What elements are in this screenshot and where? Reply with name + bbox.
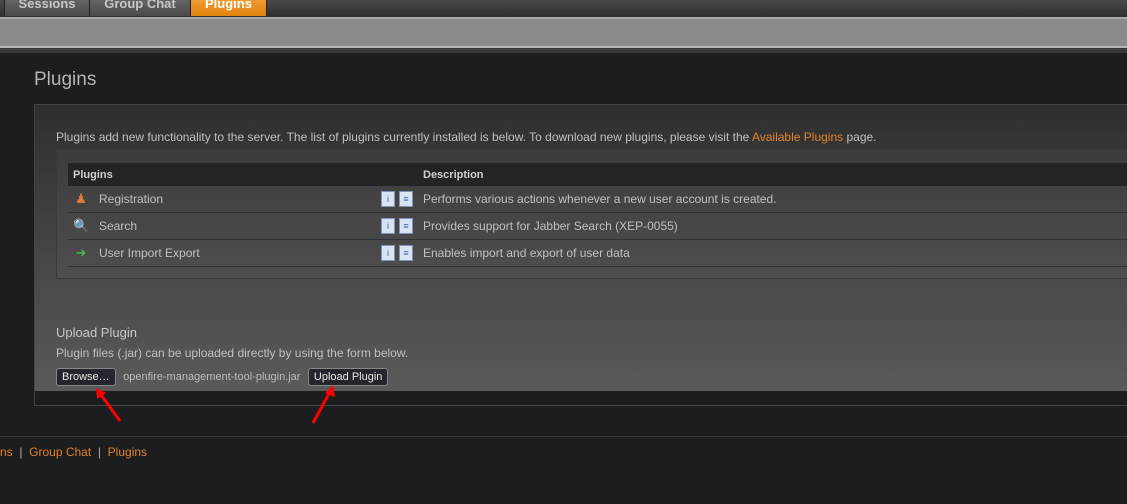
magnifier-icon: 🔍 — [73, 218, 90, 233]
table-row: 🔍 Search i ≡ Provides support for Jabber S… — [68, 212, 1127, 240]
intro-text: Plugins add new functionality to the ser… — [56, 130, 877, 144]
user-add-icon: ♟ — [75, 191, 87, 206]
footer-link-sessions[interactable]: ns — [0, 445, 13, 459]
available-plugins-link[interactable]: Available Plugins — [752, 130, 843, 144]
annotation-arrow — [96, 388, 122, 422]
plugins-table-container: Plugins Description ♟ Registration i ≡ Per… — [56, 149, 1127, 279]
readme-icon[interactable]: i — [381, 191, 395, 207]
page-title: Plugins — [34, 69, 97, 90]
divider — [0, 48, 1127, 53]
plugin-description: Enables import and export of user data — [418, 239, 1127, 267]
upload-plugin-section: Upload Plugin Plugin files (.jar) can be… — [56, 325, 408, 386]
sub-navigation-bar — [0, 17, 1127, 48]
column-header-description: Description — [418, 163, 1127, 186]
upload-title: Upload Plugin — [56, 325, 137, 340]
changelog-icon[interactable]: ≡ — [399, 218, 413, 234]
changelog-icon[interactable]: ≡ — [399, 191, 413, 207]
table-row: ♟ Registration i ≡ Performs various action… — [68, 186, 1127, 213]
footer-link-group-chat[interactable]: Group Chat — [29, 445, 91, 459]
plugin-name: User Import Export — [99, 246, 200, 260]
plugin-name: Registration — [99, 192, 164, 206]
user-export-icon: ➜ — [75, 245, 87, 260]
browse-button[interactable]: Browse… — [56, 368, 116, 386]
tab-plugins[interactable]: Plugins — [190, 0, 267, 16]
upload-description: Plugin files (.jar) can be uploaded dire… — [56, 346, 409, 360]
plugins-panel: Plugins add new functionality to the ser… — [34, 104, 1127, 406]
tab-sessions[interactable]: Sessions — [4, 0, 90, 16]
footer-divider — [0, 436, 1127, 437]
selected-file-name: openfire-management-tool-plugin.jar — [123, 371, 301, 383]
annotation-arrow — [311, 385, 335, 424]
footer-link-plugins[interactable]: Plugins — [108, 445, 147, 459]
table-row: ➜ User Import Export i ≡ Enables import an… — [68, 239, 1127, 267]
changelog-icon[interactable]: ≡ — [399, 245, 413, 261]
readme-icon[interactable]: i — [381, 218, 395, 234]
plugin-description: Performs various actions whenever a new … — [418, 186, 1127, 213]
readme-icon[interactable]: i — [381, 245, 395, 261]
tab-bar: Sessions Group Chat Plugins — [0, 0, 1127, 17]
plugins-table: Plugins Description ♟ Registration i ≡ Per… — [68, 163, 1127, 267]
column-header-plugins: Plugins — [68, 163, 418, 186]
plugin-name: Search — [99, 219, 138, 233]
plugin-description: Provides support for Jabber Search (XEP-… — [418, 212, 1127, 240]
tab-group-chat[interactable]: Group Chat — [89, 0, 191, 16]
panel-content: Plugins add new functionality to the ser… — [35, 105, 1127, 391]
footer-links: ns | Group Chat | Plugins — [0, 445, 148, 459]
